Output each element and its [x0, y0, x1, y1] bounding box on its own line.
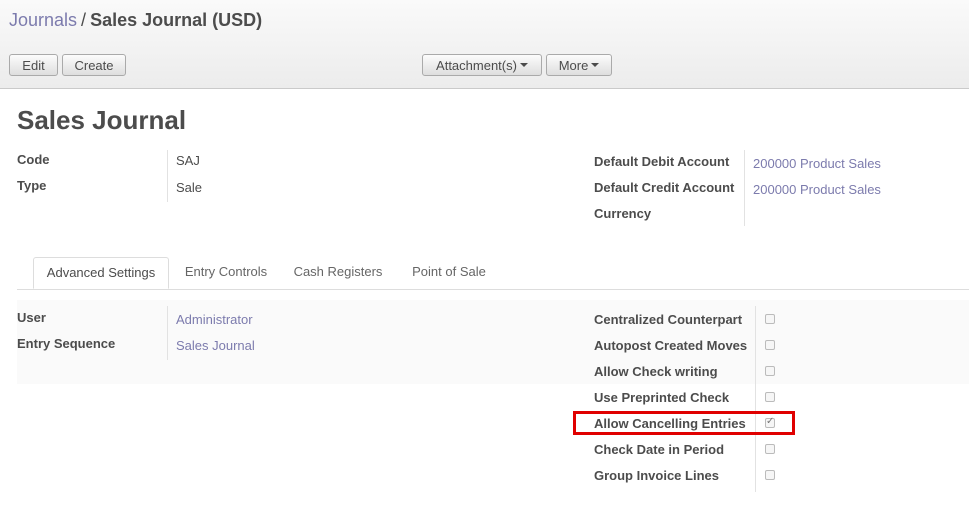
- default-credit-account-link[interactable]: 200000 Product Sales: [753, 182, 881, 197]
- use-preprinted-check-label: Use Preprinted Check: [594, 390, 730, 405]
- breadcrumb-current: Sales Journal (USD): [90, 10, 263, 30]
- advanced-settings-panel: [17, 300, 969, 384]
- more-button-label: More: [558, 57, 589, 73]
- entry-sequence-link[interactable]: Sales Journal: [176, 338, 255, 353]
- breadcrumb-separator: /: [81, 10, 87, 30]
- breadcrumb: Journals / Sales Journal (USD): [9, 10, 262, 31]
- field-divider: [167, 306, 168, 360]
- default-debit-account-label: Default Debit Account: [594, 154, 730, 169]
- type-label: Type: [17, 178, 47, 193]
- breadcrumb-journals-link[interactable]: Journals: [9, 10, 77, 30]
- control-panel: Journals / Sales Journal (USD) Edit Create…: [0, 0, 969, 89]
- user-label: User: [17, 310, 46, 325]
- default-credit-account-label: Default Credit Account: [594, 180, 735, 195]
- default-debit-account-link[interactable]: 200000 Product Sales: [753, 156, 881, 171]
- check-date-in-period-label: Check Date in Period: [594, 442, 725, 457]
- allow-check-writing-label: Allow Check writing: [594, 364, 718, 379]
- notebook-tabs: Advanced Settings Entry Controls Cash Re…: [17, 257, 969, 290]
- group-invoice-lines-label: Group Invoice Lines: [594, 468, 719, 483]
- field-divider: [167, 150, 168, 202]
- tab-cash-registers[interactable]: Cash Registers: [283, 257, 393, 289]
- check-date-in-period-checkbox[interactable]: [765, 444, 775, 454]
- group-invoice-lines-checkbox[interactable]: [765, 470, 775, 480]
- edit-button[interactable]: Edit: [9, 54, 58, 76]
- more-button[interactable]: More: [546, 54, 612, 76]
- page-title: Sales Journal: [17, 105, 187, 135]
- entry-sequence-label: Entry Sequence: [17, 336, 116, 351]
- centralized-counterpart-label: Centralized Counterpart: [594, 312, 743, 327]
- type-value: Sale: [176, 180, 203, 195]
- allow-check-writing-checkbox[interactable]: [765, 366, 775, 376]
- use-preprinted-check-checkbox[interactable]: [765, 392, 775, 402]
- code-value: SAJ: [176, 153, 200, 168]
- currency-label: Currency: [594, 206, 652, 221]
- tab-advanced-settings[interactable]: Advanced Settings: [33, 257, 169, 289]
- highlight-box: [573, 411, 795, 435]
- field-divider: [755, 306, 756, 492]
- autopost-created-moves-label: Autopost Created Moves: [594, 338, 748, 353]
- chevron-down-icon: [519, 63, 528, 67]
- create-button[interactable]: Create: [62, 54, 126, 76]
- field-divider: [744, 150, 745, 226]
- attachments-button-label: Attachment(s): [436, 57, 517, 73]
- chevron-down-icon: [591, 63, 600, 67]
- attachments-button[interactable]: Attachment(s): [422, 54, 542, 76]
- edit-button-label: Edit: [22, 57, 45, 73]
- tab-entry-controls[interactable]: Entry Controls: [171, 257, 281, 289]
- create-button-label: Create: [74, 57, 114, 73]
- centralized-counterpart-checkbox[interactable]: [765, 314, 775, 324]
- autopost-created-moves-checkbox[interactable]: [765, 340, 775, 350]
- code-label: Code: [17, 152, 50, 167]
- tab-point-of-sale[interactable]: Point of Sale: [395, 257, 503, 289]
- form-sheet: [0, 89, 969, 508]
- user-link[interactable]: Administrator: [176, 312, 253, 327]
